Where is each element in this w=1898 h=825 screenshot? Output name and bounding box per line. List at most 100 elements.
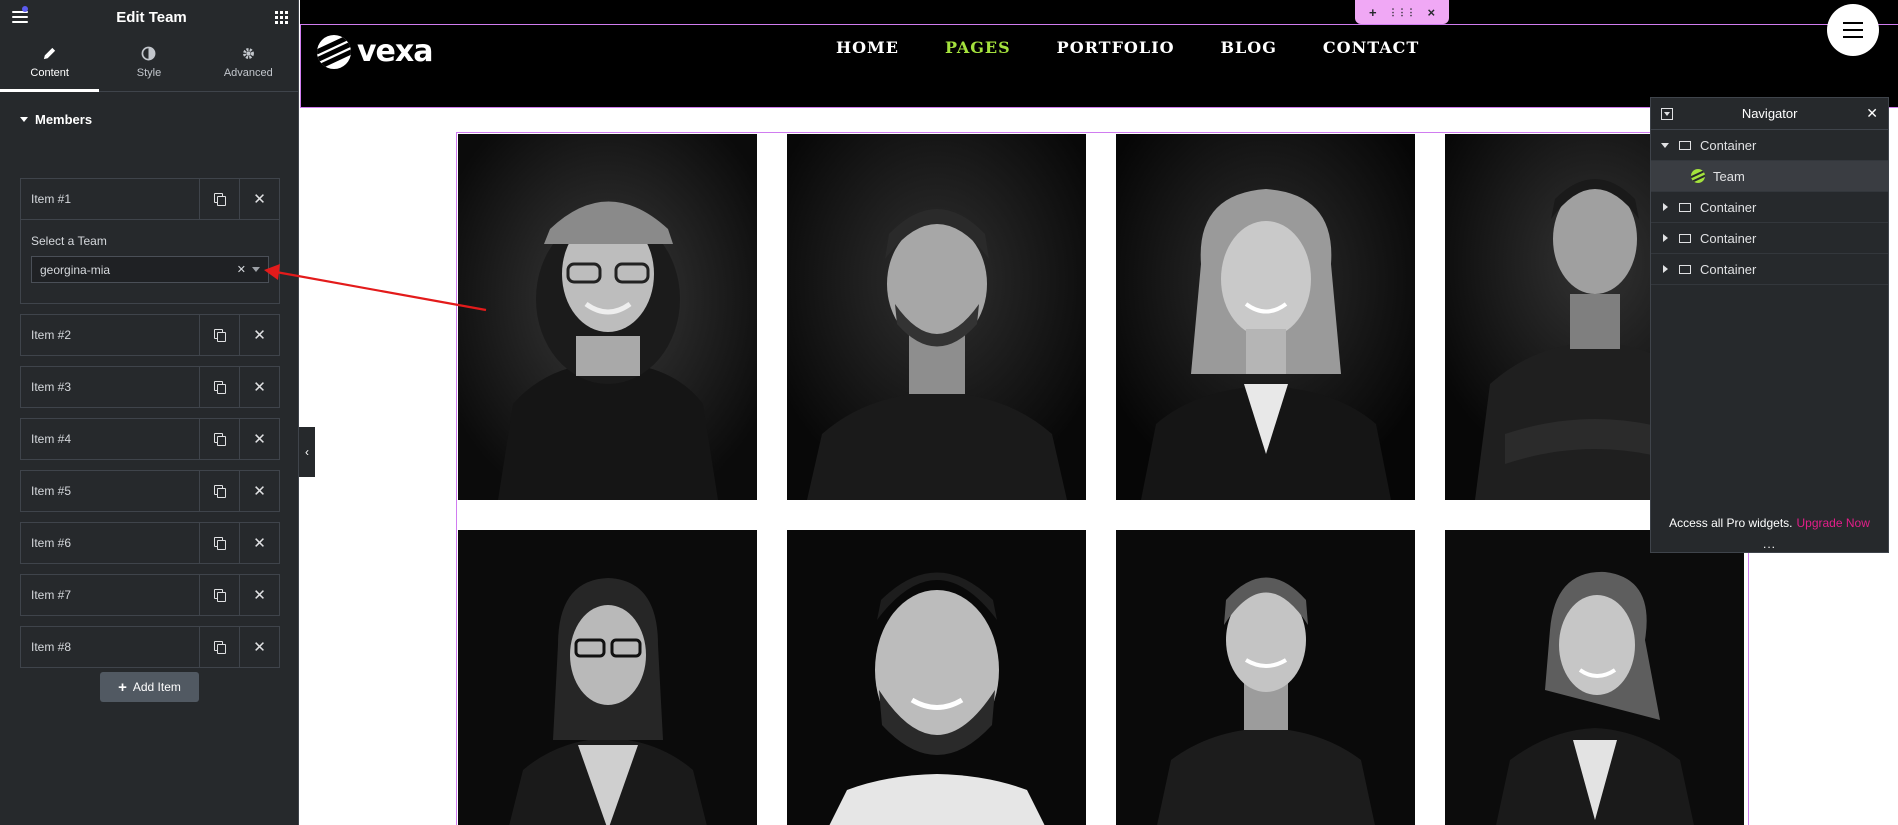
nav-link-pages[interactable]: PAGES — [945, 38, 1011, 57]
team-member-photo[interactable] — [458, 530, 757, 825]
duplicate-button[interactable] — [199, 367, 239, 407]
copy-icon — [214, 485, 226, 498]
tab-advanced[interactable]: Advanced — [199, 34, 298, 91]
upgrade-link[interactable]: Upgrade Now — [1797, 516, 1870, 530]
remove-button[interactable]: ✕ — [239, 575, 279, 615]
team-member-photo[interactable] — [1116, 134, 1415, 500]
item-1-body: Select a Team georgina-mia ✕ — [20, 220, 280, 304]
container-icon — [1679, 140, 1691, 150]
editor-root: Edit Team Content Style Advanced Members — [0, 0, 1898, 825]
remove-button[interactable]: ✕ — [239, 523, 279, 563]
dropdown-arrow-icon[interactable] — [252, 267, 260, 272]
team-member-photo[interactable] — [1445, 530, 1744, 825]
close-icon: ✕ — [253, 378, 266, 396]
repeater-item-5[interactable]: Item #5 ✕ — [20, 470, 280, 512]
item-label: Item #5 — [31, 484, 72, 498]
promo-text: Access all Pro widgets. — [1669, 516, 1793, 530]
repeater-item-7[interactable]: Item #7 ✕ — [20, 574, 280, 616]
tab-style[interactable]: Style — [99, 34, 198, 91]
navigator-row-label: Container — [1700, 137, 1757, 153]
gear-icon — [242, 48, 254, 59]
duplicate-button[interactable] — [199, 471, 239, 511]
team-member-photo[interactable] — [787, 134, 1086, 500]
clear-selection-icon[interactable]: ✕ — [237, 263, 246, 276]
panel-tabs: Content Style Advanced — [0, 34, 298, 92]
duplicate-button[interactable] — [199, 419, 239, 459]
repeater-item-2[interactable]: Item #2 ✕ — [20, 314, 280, 356]
team-widget-icon — [1691, 169, 1705, 183]
container-icon — [1679, 264, 1691, 274]
remove-button[interactable]: ✕ — [239, 367, 279, 407]
tab-content[interactable]: Content — [0, 34, 100, 92]
nav-link-contact[interactable]: CONTACT — [1323, 38, 1419, 57]
remove-button[interactable]: ✕ — [239, 179, 279, 219]
navigator-panel: Navigator ✕ Container Team Container Con… — [1650, 97, 1889, 553]
collapse-all-icon[interactable] — [1661, 107, 1673, 120]
container-icon — [1679, 233, 1691, 243]
duplicate-button[interactable] — [199, 315, 239, 355]
item-label: Item #7 — [31, 588, 72, 602]
repeater-item-4[interactable]: Item #4 ✕ — [20, 418, 280, 460]
close-icon: ✕ — [253, 326, 266, 344]
contrast-icon — [142, 46, 156, 61]
collapse-panel-button[interactable]: ‹ — [299, 427, 315, 477]
repeater-item-1[interactable]: Item #1 ✕ — [20, 178, 280, 220]
team-member-photo[interactable] — [458, 134, 757, 500]
editor-panel: Edit Team Content Style Advanced Members — [0, 0, 299, 825]
delete-container-icon[interactable]: × — [1427, 5, 1435, 20]
container-outline — [300, 24, 1898, 108]
item-label: Item #3 — [31, 380, 72, 394]
notification-dot — [22, 6, 28, 12]
resize-handle[interactable]: ... — [1651, 538, 1888, 550]
section-title: Members — [35, 111, 93, 127]
expand-right-icon[interactable] — [1662, 203, 1668, 211]
nav-link-home[interactable]: HOME — [836, 38, 899, 57]
nav-link-portfolio[interactable]: PORTFOLIO — [1057, 38, 1175, 57]
team-select-value: georgina-mia — [40, 262, 111, 277]
remove-button[interactable]: ✕ — [239, 315, 279, 355]
close-icon: ✕ — [253, 534, 266, 552]
drag-handle-icon[interactable]: ⋮⋮⋮ — [1389, 7, 1416, 18]
copy-icon — [214, 537, 226, 550]
repeater-item-6[interactable]: Item #6 ✕ — [20, 522, 280, 564]
tab-content-label: Content — [30, 67, 69, 79]
expand-right-icon[interactable] — [1662, 234, 1668, 242]
remove-button[interactable]: ✕ — [239, 419, 279, 459]
site-header: vexa HOME PAGES PORTFOLIO BLOG CONTACT +… — [300, 0, 1898, 108]
navigator-title: Navigator — [1741, 106, 1798, 121]
add-element-icon[interactable]: + — [1369, 5, 1377, 20]
panel-header: Edit Team — [0, 0, 298, 34]
duplicate-button[interactable] — [199, 523, 239, 563]
members-repeater: Item #1 ✕ Select a Team georgina-mia ✕ I… — [20, 178, 280, 678]
team-member-photo[interactable] — [1116, 530, 1415, 825]
repeater-item-8[interactable]: Item #8 ✕ — [20, 626, 280, 668]
copy-icon — [214, 641, 226, 654]
repeater-item-3[interactable]: Item #3 ✕ — [20, 366, 280, 408]
hamburger-menu-icon[interactable] — [12, 6, 28, 23]
caret-down-icon — [20, 116, 28, 122]
hamburger-button[interactable] — [1827, 4, 1879, 56]
nav-link-blog[interactable]: BLOG — [1221, 38, 1277, 57]
team-select[interactable]: georgina-mia ✕ — [31, 256, 269, 283]
duplicate-button[interactable] — [199, 575, 239, 615]
expand-down-icon[interactable] — [1661, 142, 1669, 148]
remove-button[interactable]: ✕ — [239, 627, 279, 667]
add-item-button[interactable]: + Add Item — [100, 672, 199, 702]
duplicate-button[interactable] — [199, 627, 239, 667]
site-logo[interactable]: vexa — [317, 34, 433, 69]
navigator-row-container[interactable]: Container — [1651, 192, 1888, 223]
team-member-photo[interactable] — [787, 530, 1086, 825]
navigator-row-container[interactable]: Container — [1651, 223, 1888, 254]
expand-right-icon[interactable] — [1662, 265, 1668, 273]
members-section-toggle[interactable]: Members — [0, 94, 298, 144]
navigator-row-container[interactable]: Container — [1651, 130, 1888, 161]
navigator-row-container[interactable]: Container — [1651, 254, 1888, 285]
navigator-row-team[interactable]: Team — [1651, 161, 1888, 192]
plus-icon: + — [118, 678, 127, 696]
portrait-image — [787, 134, 1086, 500]
duplicate-button[interactable] — [199, 179, 239, 219]
remove-button[interactable]: ✕ — [239, 471, 279, 511]
close-icon[interactable]: ✕ — [1866, 105, 1878, 122]
container-icon — [1679, 202, 1691, 212]
widgets-grid-icon[interactable] — [274, 10, 288, 24]
